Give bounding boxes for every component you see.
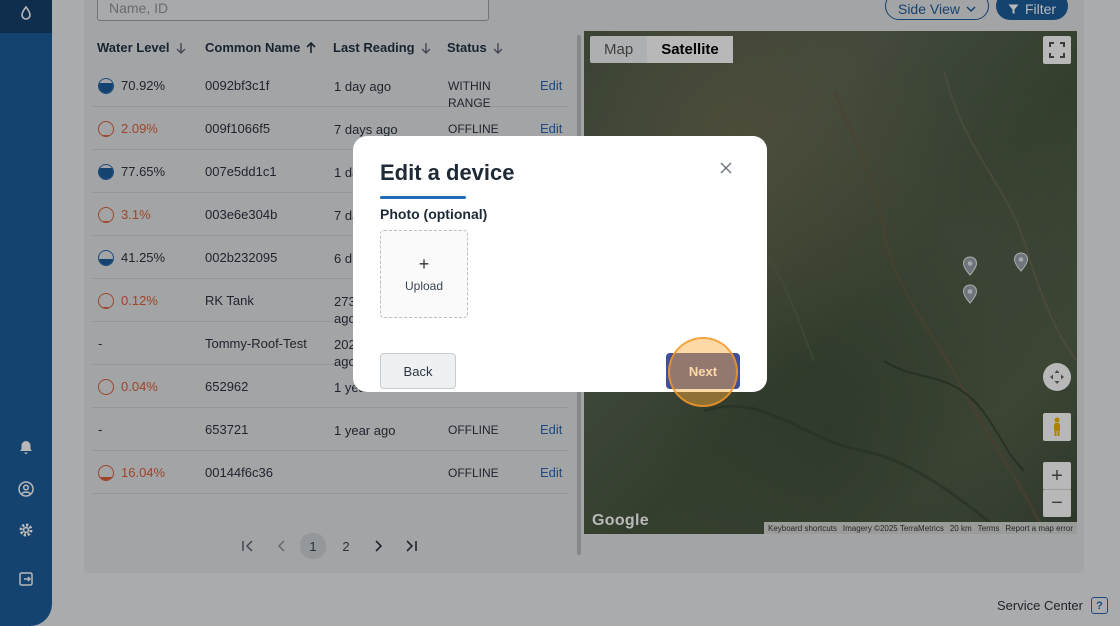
upload-label: Upload [404, 279, 444, 293]
click-highlight [668, 337, 738, 407]
dialog-title: Edit a device [380, 160, 515, 185]
plus-icon: + [418, 254, 430, 274]
photo-label: Photo (optional) [380, 206, 488, 222]
photo-upload-box[interactable]: + Upload [380, 230, 468, 318]
title-underline [380, 196, 466, 199]
back-button[interactable]: Back [380, 353, 456, 389]
close-icon[interactable] [718, 160, 734, 176]
